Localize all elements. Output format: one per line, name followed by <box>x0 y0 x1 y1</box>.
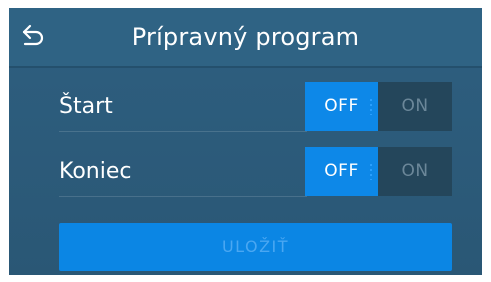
back-arrow-icon <box>21 23 47 51</box>
toggle-end[interactable]: OFF ON <box>305 147 452 196</box>
toggle-end-on-option[interactable]: ON <box>378 147 452 196</box>
toggle-end-off-option[interactable]: OFF <box>305 147 378 196</box>
row-label-start: Štart <box>59 94 113 119</box>
toggle-start-on-option[interactable]: ON <box>378 82 452 131</box>
back-button[interactable] <box>11 14 57 60</box>
row-start: Štart OFF ON <box>59 82 452 132</box>
toggle-start-off-option[interactable]: OFF <box>305 82 378 131</box>
device-screen: Prípravný program Štart OFF ON Koniec OF… <box>9 8 482 275</box>
row-divider <box>59 131 307 132</box>
save-button[interactable]: ULOŽIŤ <box>59 223 452 271</box>
toggle-start[interactable]: OFF ON <box>305 82 452 131</box>
row-divider <box>59 196 307 197</box>
page-title: Prípravný program <box>131 23 360 51</box>
title-bar: Prípravný program <box>9 8 482 68</box>
row-label-end: Koniec <box>59 159 132 184</box>
row-end: Koniec OFF ON <box>59 147 452 197</box>
